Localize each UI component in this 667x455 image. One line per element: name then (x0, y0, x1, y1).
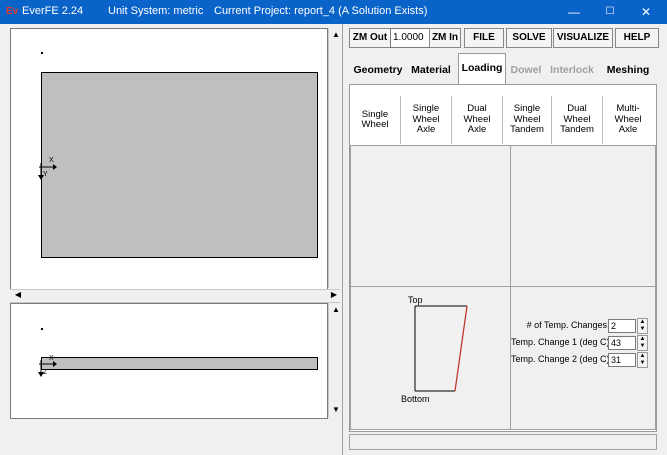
close-icon[interactable]: ✕ (628, 0, 664, 24)
maximize-icon[interactable]: ☐ (592, 0, 628, 24)
temp-changes-count-label: # of Temp. Changes (526, 320, 607, 330)
load-multi-wheel-axle-button[interactable]: Multi- Wheel Axle (603, 96, 653, 144)
tab-dowel[interactable]: Dowel (508, 56, 544, 84)
tab-loading[interactable]: Loading (458, 53, 506, 86)
app-title: EverFE 2.24 (22, 5, 84, 17)
zoom-value-input[interactable]: 1.0000 (390, 28, 430, 48)
load-view-left (350, 145, 511, 287)
temp-change-2-input[interactable]: 31 (608, 353, 636, 367)
slab-section (41, 357, 318, 370)
load-dual-wheel-axle-button[interactable]: Dual Wheel Axle (452, 96, 503, 144)
solve-button[interactable]: SOLVE (506, 28, 552, 48)
temp-changes-spinner-icon[interactable]: ▲ ▼ (637, 318, 648, 334)
temp-change-1-label: Temp. Change 1 (deg C) (511, 337, 610, 347)
load-label: Axle (416, 124, 436, 136)
plan-axis-x-label: X (49, 157, 54, 164)
origin-dot (41, 328, 43, 330)
scroll-left-icon[interactable]: ◀ (10, 289, 26, 301)
tab-geometry[interactable]: Geometry (353, 56, 403, 84)
slab-plan (41, 72, 318, 258)
load-label: Axle (618, 124, 638, 136)
plan-vertical-scrollbar[interactable]: ▲ (328, 28, 343, 288)
left-status-area (0, 419, 342, 455)
visualize-button[interactable]: VISUALIZE (553, 28, 613, 48)
temp-change-1-input[interactable]: 43 (608, 336, 636, 350)
section-axis-x-label: X (49, 355, 54, 362)
load-single-wheel-axle-button[interactable]: Single Wheel Axle (401, 96, 452, 144)
origin-dot (41, 52, 43, 54)
app-logo-icon: Ev (6, 6, 19, 17)
minimize-icon[interactable]: — (556, 0, 592, 24)
temp-change-2-spinner-icon[interactable]: ▲ ▼ (637, 352, 648, 368)
section-view-canvas[interactable]: X Z (10, 303, 328, 419)
zoom-in-button[interactable]: ZM In (429, 28, 461, 48)
scroll-right-icon[interactable]: ▶ (326, 289, 342, 301)
load-label: Tandem (510, 124, 544, 136)
load-dual-wheel-tandem-button[interactable]: Dual Wheel Tandem (552, 96, 603, 144)
zoom-out-button[interactable]: ZM Out (349, 28, 391, 48)
tab-meshing[interactable]: Meshing (601, 56, 655, 84)
unit-system-label: Unit System: metric (108, 5, 204, 17)
load-single-wheel-button[interactable]: Single Wheel (350, 96, 401, 144)
plan-horizontal-scrollbar[interactable]: ◀ ▶ (10, 289, 340, 303)
control-panel: ZM Out 1.0000 ZM In FILE SOLVE VISUALIZE… (342, 24, 661, 455)
plan-axis-y-label: Y (43, 171, 48, 178)
load-label: Wheel (361, 119, 389, 130)
load-label: Axle (467, 124, 487, 136)
file-button[interactable]: FILE (464, 28, 504, 48)
temp-change-2-label: Temp. Change 2 (deg C) (511, 354, 610, 364)
tab-interlock[interactable]: Interlock (548, 56, 596, 84)
current-project-label: Current Project: report_4 (A Solution Ex… (214, 5, 428, 17)
load-single-wheel-tandem-button[interactable]: Single Wheel Tandem (503, 96, 552, 144)
section-axis-z-label: Z (43, 369, 48, 376)
temp-change-1-spinner-icon[interactable]: ▲ ▼ (637, 335, 648, 351)
section-vertical-scrollbar[interactable]: ▲ ▼ (328, 303, 343, 417)
status-bar (349, 434, 657, 450)
plan-view-canvas[interactable]: X Y (10, 28, 328, 290)
temp-changes-count-input[interactable]: 2 (608, 319, 636, 333)
title-bar: Ev EverFE 2.24 Unit System: metric Curre… (0, 0, 667, 24)
temperature-gradient-diagram (414, 305, 468, 392)
tab-material[interactable]: Material (405, 56, 457, 84)
help-button[interactable]: HELP (615, 28, 659, 48)
load-label: Tandem (560, 124, 594, 136)
load-view-right (510, 145, 656, 287)
profile-bottom-label: Bottom (401, 394, 430, 404)
